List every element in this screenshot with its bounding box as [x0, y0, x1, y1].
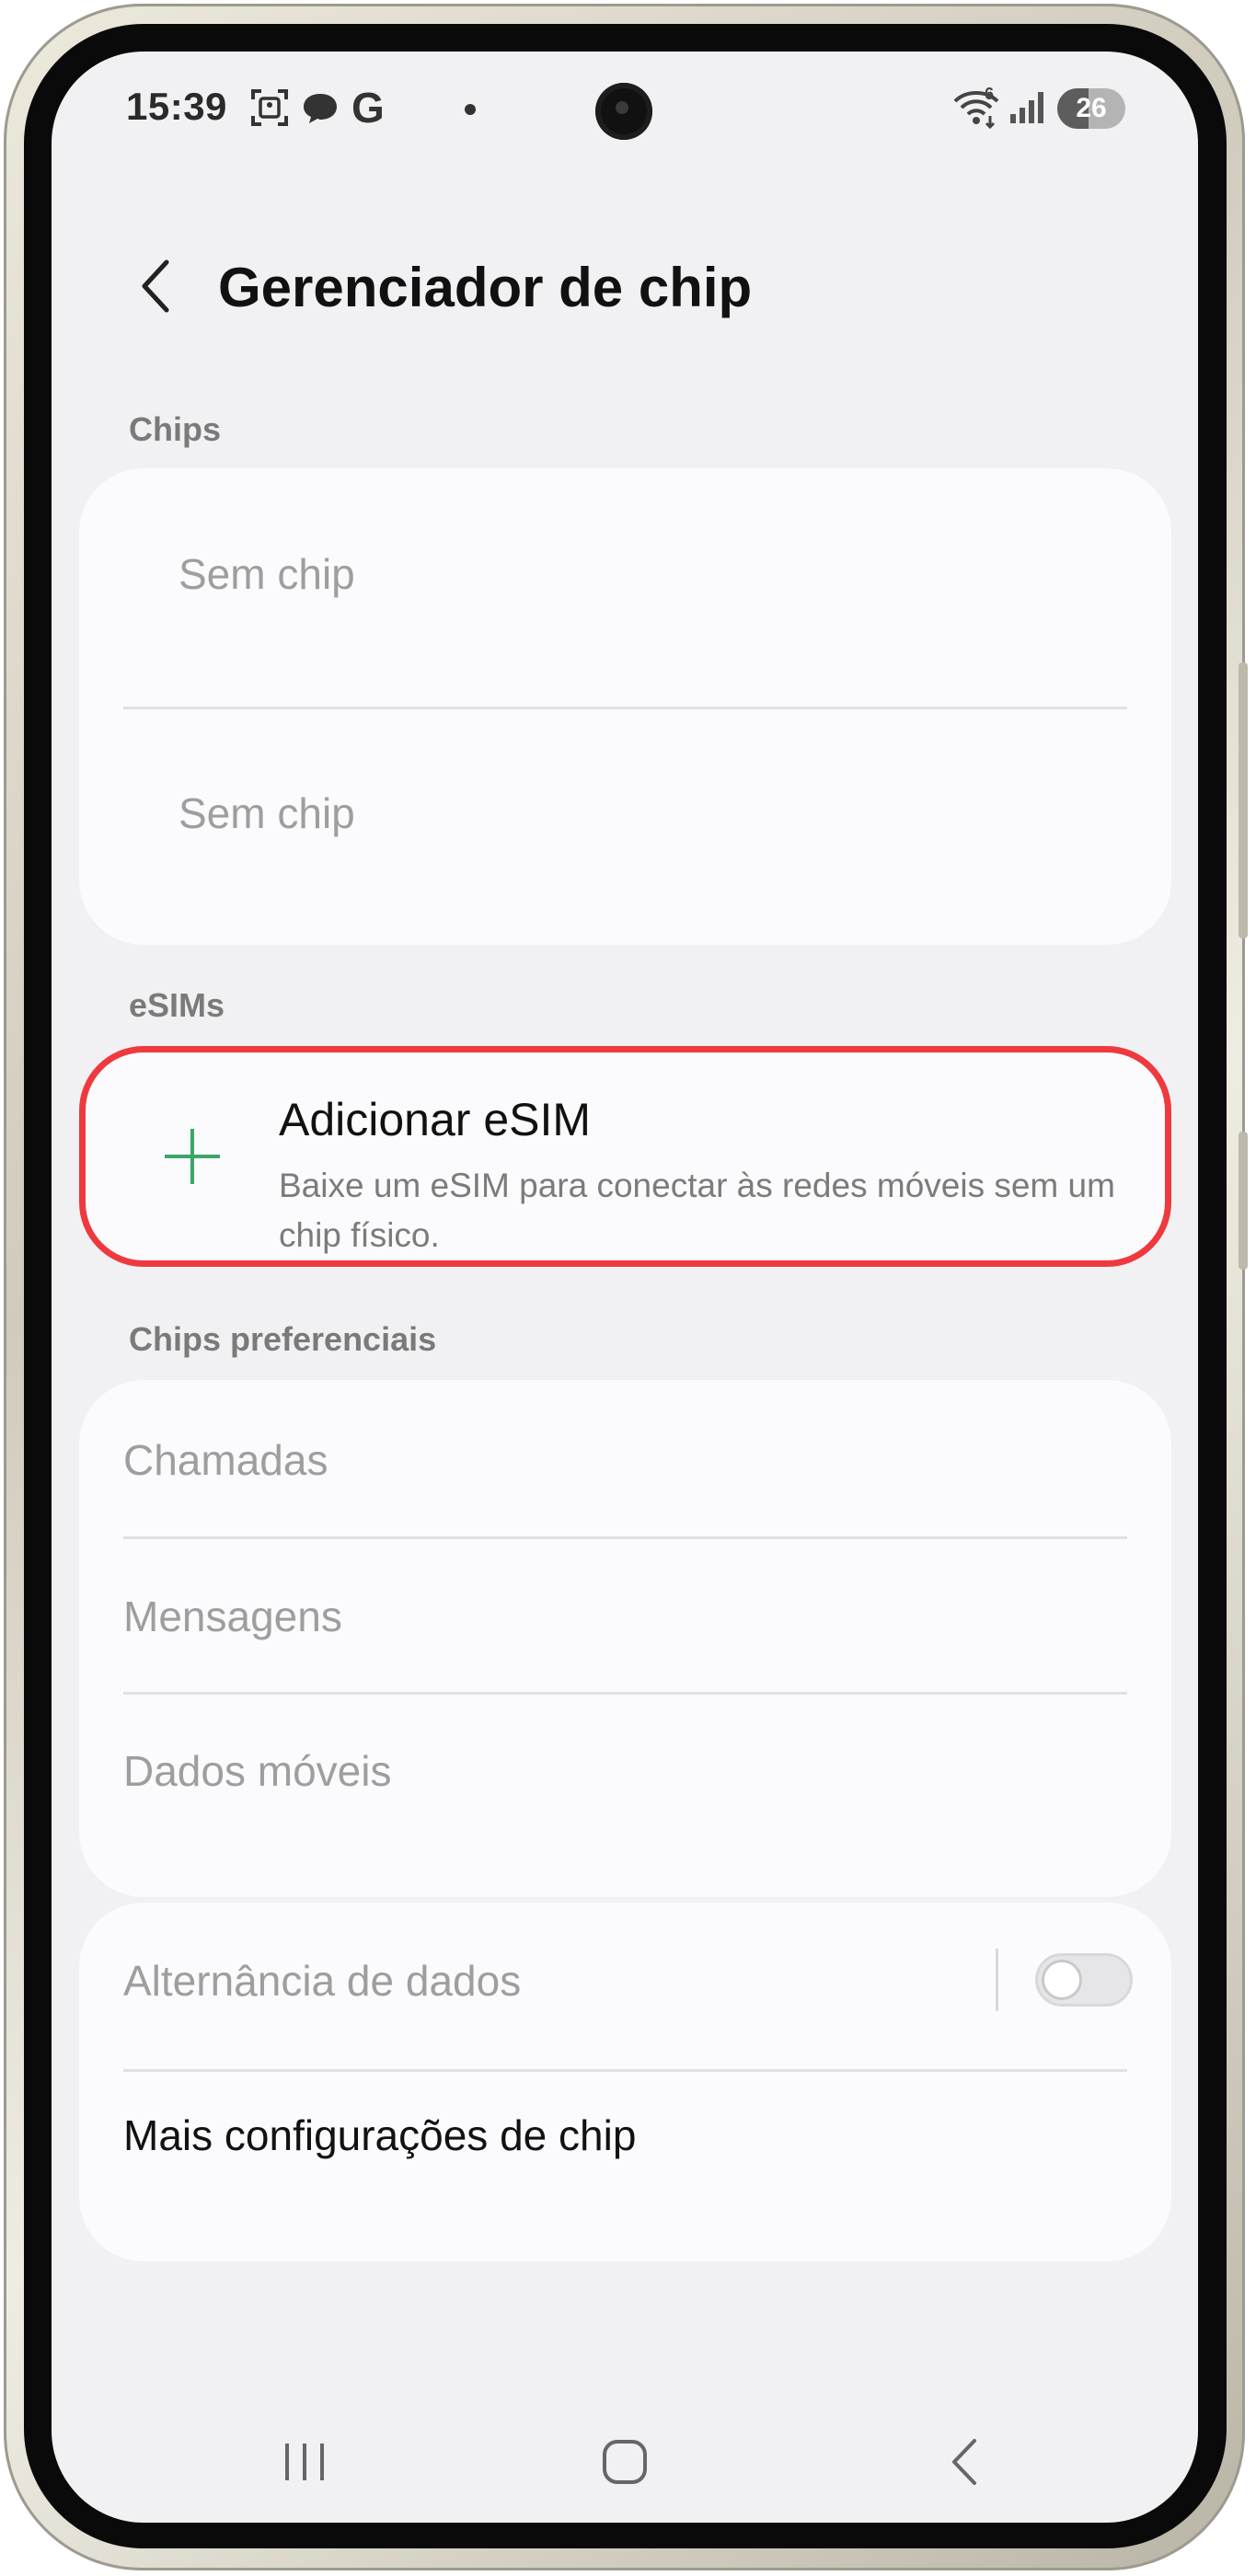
- google-g-icon: G: [351, 84, 385, 132]
- chevron-left-icon: [142, 259, 169, 313]
- section-label-esims: eSIMs: [129, 986, 225, 1024]
- chip-slot-1[interactable]: Sem chip: [179, 549, 1099, 623]
- preferred-calls[interactable]: Chamadas: [123, 1435, 1126, 1500]
- add-esim-button[interactable]: Adicionar eSIM Baixe um eSIM para conect…: [79, 1046, 1171, 1267]
- divider: [123, 1692, 1127, 1695]
- chip-slot-2[interactable]: Sem chip: [179, 788, 1099, 862]
- section-label-chips: Chips: [129, 410, 222, 448]
- screen: 15:39 G 6 26 Gerenciador de chip Chips S…: [52, 52, 1198, 2523]
- divider: [123, 707, 1127, 709]
- divider: [123, 2069, 1127, 2072]
- wifi-badge: 6: [985, 85, 995, 103]
- status-time: 15:39: [126, 85, 227, 128]
- chips-card: Sem chip Sem chip: [79, 468, 1171, 945]
- front-camera: [595, 83, 652, 140]
- recents-icon: [285, 2444, 324, 2480]
- page-title: Gerenciador de chip: [218, 257, 753, 318]
- toggle-separator: [996, 1949, 998, 2011]
- preferred-card: Chamadas Mensagens Dados móveis: [79, 1380, 1171, 1897]
- preferred-mobile-data[interactable]: Dados móveis: [123, 1746, 1126, 1811]
- battery-level: 26: [1076, 93, 1107, 123]
- preferred-messages[interactable]: Mensagens: [123, 1592, 1126, 1656]
- home-icon: [603, 2440, 647, 2484]
- status-bar: 15:39 G 6 26: [52, 52, 1198, 171]
- navigation-bar: [52, 2416, 1198, 2508]
- settings-card: Alternância de dados Mais configurações …: [79, 1903, 1171, 2261]
- chat-bubble-icon: [304, 94, 337, 123]
- more-chip-settings[interactable]: Mais configurações de chip: [123, 2110, 1126, 2179]
- screenshot-icon: [251, 89, 288, 126]
- add-esim-description: Baixe um eSIM para conectar às redes móv…: [279, 1167, 1115, 1254]
- home-button[interactable]: [567, 2416, 683, 2508]
- section-label-preferred: Chips preferenciais: [129, 1320, 437, 1358]
- signal-icon: [1010, 92, 1043, 123]
- add-esim-title: Adicionar eSIM: [279, 1094, 592, 1145]
- back-button[interactable]: [123, 245, 188, 328]
- back-icon: [952, 2439, 976, 2485]
- recents-button[interactable]: [254, 2416, 355, 2508]
- data-switch-label: Alternância de dados: [123, 1957, 522, 2005]
- plus-icon: [165, 1129, 220, 1184]
- battery-icon: 26: [1057, 88, 1125, 129]
- volume-button: [1239, 662, 1248, 938]
- divider: [123, 1536, 1127, 1539]
- power-button: [1239, 1132, 1248, 1270]
- nav-back-button[interactable]: [915, 2416, 1016, 2508]
- toggle-knob: [1042, 1960, 1082, 2000]
- dot-icon: [465, 104, 476, 115]
- data-switch-toggle[interactable]: [1035, 1953, 1133, 2007]
